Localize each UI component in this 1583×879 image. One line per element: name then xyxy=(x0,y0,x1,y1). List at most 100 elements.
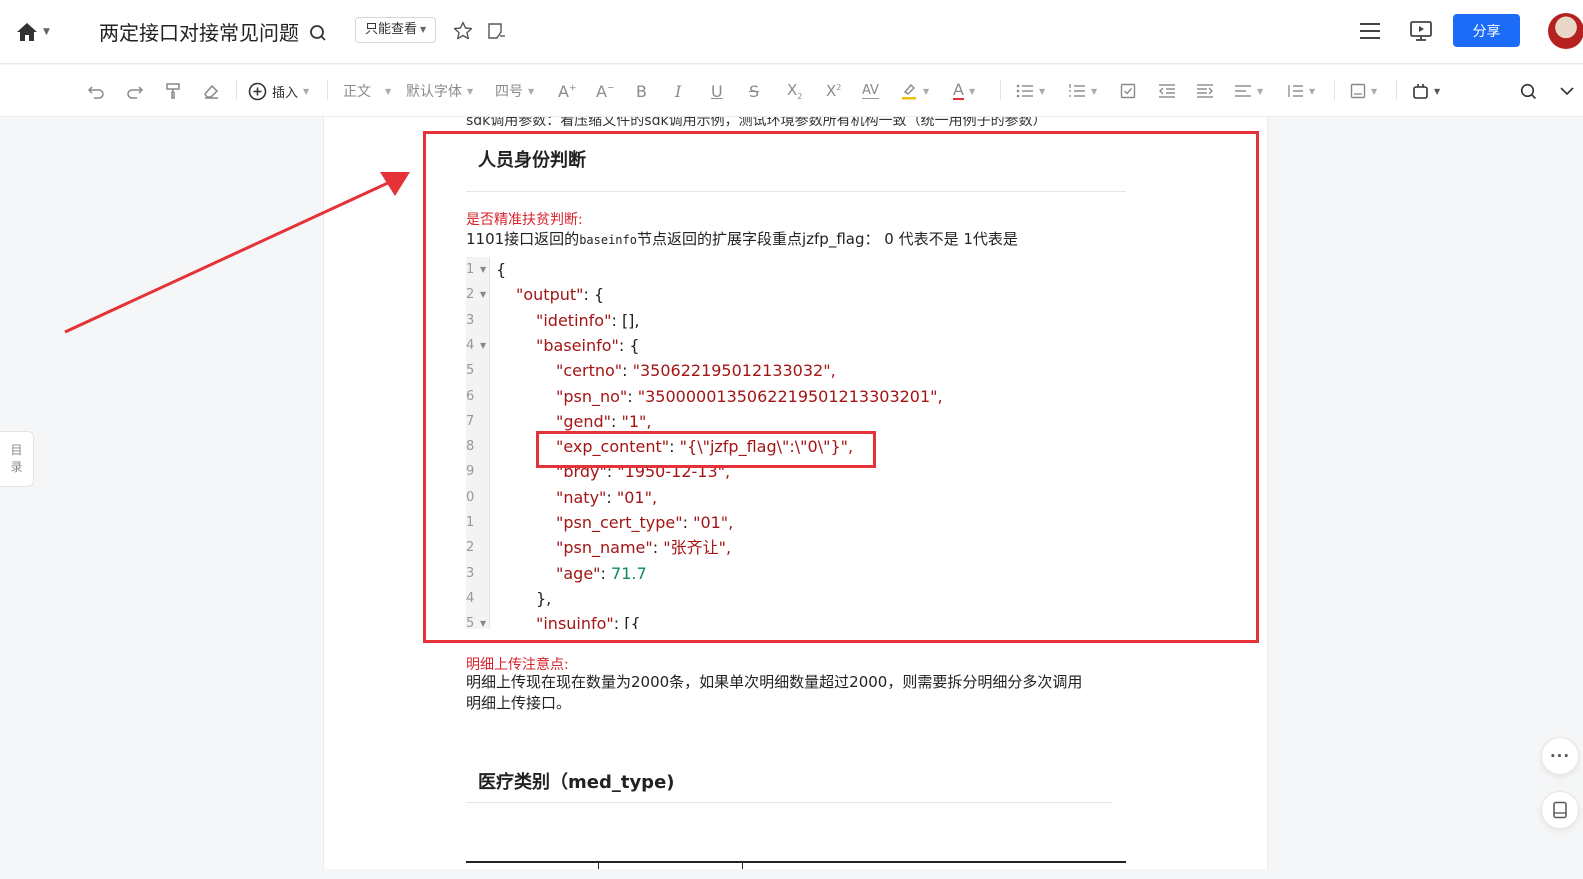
toc-label-char: 目 xyxy=(10,443,23,457)
indent-button[interactable] xyxy=(1196,79,1214,103)
align-dropdown[interactable]: ▼ xyxy=(1234,79,1263,103)
subscript-icon: X2 xyxy=(787,81,803,101)
superscript-icon: X2 xyxy=(826,82,842,100)
bullet-list-icon xyxy=(1016,84,1033,98)
chevron-down-icon: ▼ xyxy=(420,25,427,34)
line-spacing-icon xyxy=(1288,85,1303,97)
bold-button[interactable]: B xyxy=(636,79,647,103)
heading-divider xyxy=(466,802,1113,803)
present-button[interactable] xyxy=(1409,19,1433,43)
subscript-button[interactable]: X2 xyxy=(787,79,802,103)
toolbar-divider xyxy=(1334,80,1335,100)
outline-menu-button[interactable] xyxy=(1358,19,1382,43)
find-button[interactable] xyxy=(1520,79,1537,103)
font-size-dropdown[interactable]: 四号 ▼ xyxy=(495,79,534,103)
chevron-down-icon: ▼ xyxy=(1434,86,1441,96)
star-icon xyxy=(453,21,473,40)
font-increase-icon: A+ xyxy=(558,81,577,101)
checklist-button[interactable] xyxy=(1120,79,1136,103)
detail-upload-line1: 明细上传现在现在数量为2000条，如果单次明细数量超过2000，则需要拆分明细分… xyxy=(466,673,1083,691)
format-painter-icon xyxy=(166,83,180,99)
strikethrough-icon: S xyxy=(749,81,760,101)
highlight-icon xyxy=(902,83,916,100)
chevron-down-icon: ▼ xyxy=(528,86,535,96)
font-decrease-icon: A− xyxy=(596,81,615,101)
toc-label-char: 录 xyxy=(10,460,23,474)
annotation-box-exp-content xyxy=(536,431,876,468)
paragraph-style-dropdown[interactable]: 正文 ▼ xyxy=(343,79,391,103)
chevron-down-icon: ▼ xyxy=(968,86,976,96)
toolbar-divider xyxy=(1000,80,1001,100)
search-icon[interactable] xyxy=(309,24,327,42)
decrease-font-size-button[interactable]: A− xyxy=(596,79,615,103)
clear-format-button[interactable] xyxy=(202,79,220,103)
star-button[interactable] xyxy=(451,19,475,43)
font-family-dropdown[interactable]: 默认字体 ▼ xyxy=(406,79,473,103)
chevron-down-icon: ▼ xyxy=(1091,86,1098,96)
underline-button[interactable]: U xyxy=(711,79,723,103)
share-label: 分享 xyxy=(1472,23,1501,40)
table-border xyxy=(466,861,1126,863)
increase-font-size-button[interactable]: A+ xyxy=(558,79,577,103)
italic-button[interactable]: I xyxy=(675,79,681,103)
tablet-icon xyxy=(1553,801,1567,819)
chevron-down-icon: ▼ xyxy=(303,86,310,96)
align-left-icon xyxy=(1235,85,1251,97)
chevron-down-icon: ▼ xyxy=(1257,86,1264,96)
permission-dropdown[interactable]: 只能查看 ▼ xyxy=(355,17,437,43)
chevron-down-icon: ▼ xyxy=(385,86,392,96)
more-icon: ··· xyxy=(1549,747,1571,765)
font-color-button[interactable]: A ▼ xyxy=(953,79,975,103)
font-family-label: 默认字体 xyxy=(406,84,462,100)
comment-button[interactable] xyxy=(484,19,508,43)
paragraph-style-label: 正文 xyxy=(343,84,371,100)
chevron-down-icon: ▼ xyxy=(923,86,930,96)
search-icon xyxy=(1520,83,1537,99)
block-icon xyxy=(1350,83,1366,99)
chevron-down-icon: ▼ xyxy=(1039,86,1046,96)
block-style-dropdown[interactable]: ▼ xyxy=(1350,79,1377,103)
font-size-label: 四号 xyxy=(495,84,523,100)
bold-icon: B xyxy=(636,81,647,101)
document-title-text: 两定接口对接常见问题 xyxy=(99,21,299,45)
bullet-list-button[interactable]: ▼ xyxy=(1016,79,1045,103)
detail-upload-label: 明细上传注意点: xyxy=(466,657,569,673)
toc-tab[interactable]: 目 录 xyxy=(0,431,34,487)
highlight-button[interactable]: ▼ xyxy=(900,79,929,103)
plugin-icon xyxy=(1413,83,1428,99)
more-options-button[interactable]: ··· xyxy=(1541,737,1579,775)
strikethrough-button[interactable]: S xyxy=(749,79,759,103)
home-icon xyxy=(17,23,37,41)
outdent-icon xyxy=(1159,84,1175,98)
chevron-down-icon: ▼ xyxy=(43,27,50,37)
detail-upload-line2: 明细上传接口。 xyxy=(466,694,572,712)
chevron-down-icon xyxy=(1560,87,1574,96)
section-heading-med-type: 医疗类别（med_type) xyxy=(478,772,675,793)
avatar[interactable] xyxy=(1548,13,1583,49)
redo-button[interactable] xyxy=(126,79,144,103)
undo-icon xyxy=(87,86,104,99)
indent-icon xyxy=(1197,84,1213,98)
table-column-divider xyxy=(598,861,599,869)
present-icon xyxy=(1410,21,1432,41)
plugin-dropdown[interactable]: ▼ xyxy=(1412,79,1440,103)
share-button[interactable]: 分享 xyxy=(1453,14,1520,47)
letter-spacing-icon: AV xyxy=(862,83,879,99)
line-spacing-dropdown[interactable]: ▼ xyxy=(1286,79,1315,103)
document-title: 两定接口对接常见问题 xyxy=(99,17,327,46)
collapse-toolbar-button[interactable] xyxy=(1560,79,1574,103)
superscript-button[interactable]: X2 xyxy=(826,79,841,103)
toolbar-divider xyxy=(236,80,237,100)
undo-button[interactable] xyxy=(87,79,105,103)
outdent-button[interactable] xyxy=(1158,79,1176,103)
table-column-divider xyxy=(742,861,743,869)
underline-icon: U xyxy=(711,81,723,101)
insert-dropdown[interactable]: 插入 ▼ xyxy=(248,79,309,103)
numbered-list-button[interactable]: ▼ xyxy=(1068,79,1097,103)
home-menu[interactable]: ▼ xyxy=(16,18,60,46)
insert-label: 插入 xyxy=(272,85,299,101)
format-painter-button[interactable] xyxy=(164,79,182,103)
mobile-view-button[interactable] xyxy=(1541,791,1579,829)
toolbar-divider xyxy=(1396,80,1397,100)
letter-spacing-button[interactable]: AV xyxy=(862,79,879,103)
